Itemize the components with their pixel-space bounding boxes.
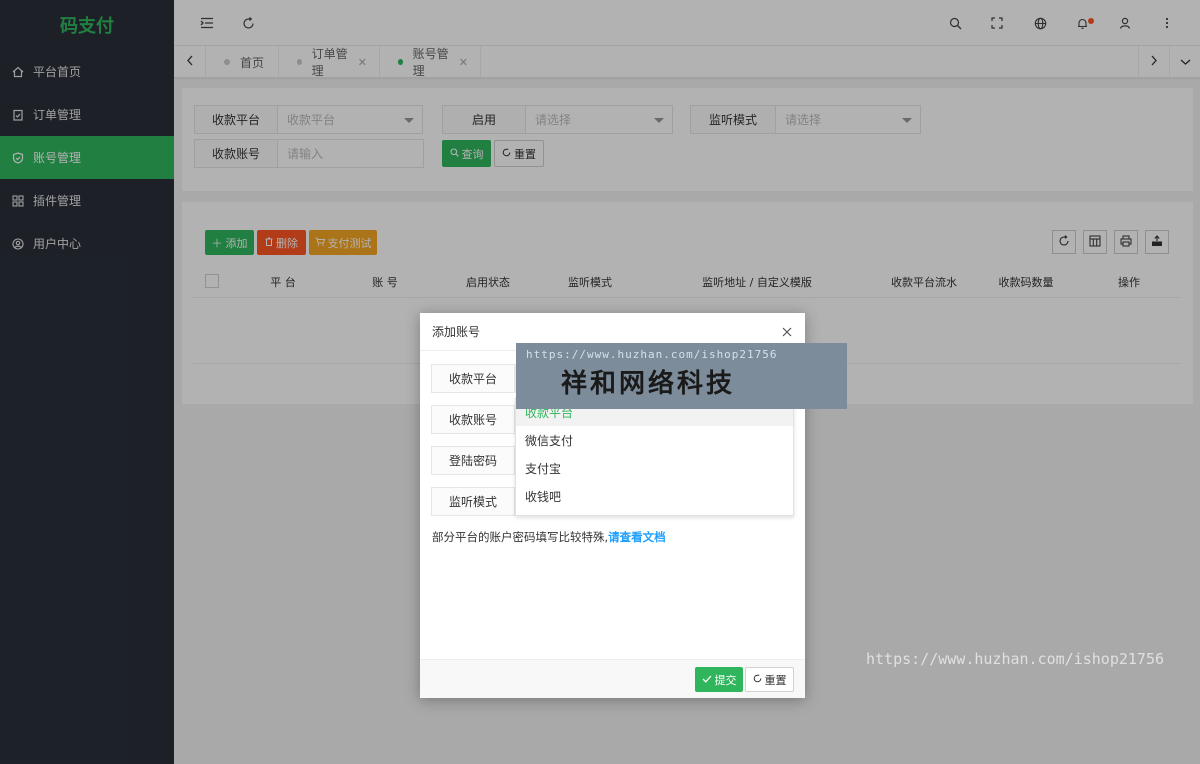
submit-button[interactable]: 提交 xyxy=(695,667,743,692)
docs-link[interactable]: 请查看文档 xyxy=(608,530,666,544)
note-text: 部分平台的账户密码填写比较特殊, xyxy=(432,530,609,544)
dialog-note: 部分平台的账户密码填写比较特殊,请查看文档 xyxy=(432,529,666,545)
refresh-icon xyxy=(753,673,762,686)
dropdown-option[interactable]: 收钱吧 xyxy=(516,482,793,510)
watermark-company: 祥和网络科技 xyxy=(561,369,736,399)
account-field-label: 收款账号 xyxy=(431,405,515,434)
dropdown-option[interactable]: 微信支付 xyxy=(516,426,793,454)
dialog-reset-button[interactable]: 重置 xyxy=(745,667,794,692)
close-icon[interactable] xyxy=(780,325,794,339)
password-field-label: 登陆密码 xyxy=(431,446,515,475)
dialog-footer: 提交 重置 xyxy=(420,659,805,698)
platform-dropdown: 收款平台 微信支付 支付宝 收钱吧 xyxy=(515,397,794,516)
listen-mode-field-label: 监听模式 xyxy=(431,487,515,516)
dropdown-option[interactable]: 支付宝 xyxy=(516,454,793,482)
watermark-banner: https://www.huzhan.com/ishop21756 祥和网络科技 xyxy=(516,343,847,409)
dialog-reset-button-label: 重置 xyxy=(764,673,787,687)
watermark-url: https://www.huzhan.com/ishop21756 xyxy=(526,348,778,361)
submit-button-label: 提交 xyxy=(714,673,737,687)
check-icon xyxy=(702,673,712,686)
platform-field-label: 收款平台 xyxy=(431,364,515,393)
watermark-url-bottom: https://www.huzhan.com/ishop21756 xyxy=(866,650,1165,668)
